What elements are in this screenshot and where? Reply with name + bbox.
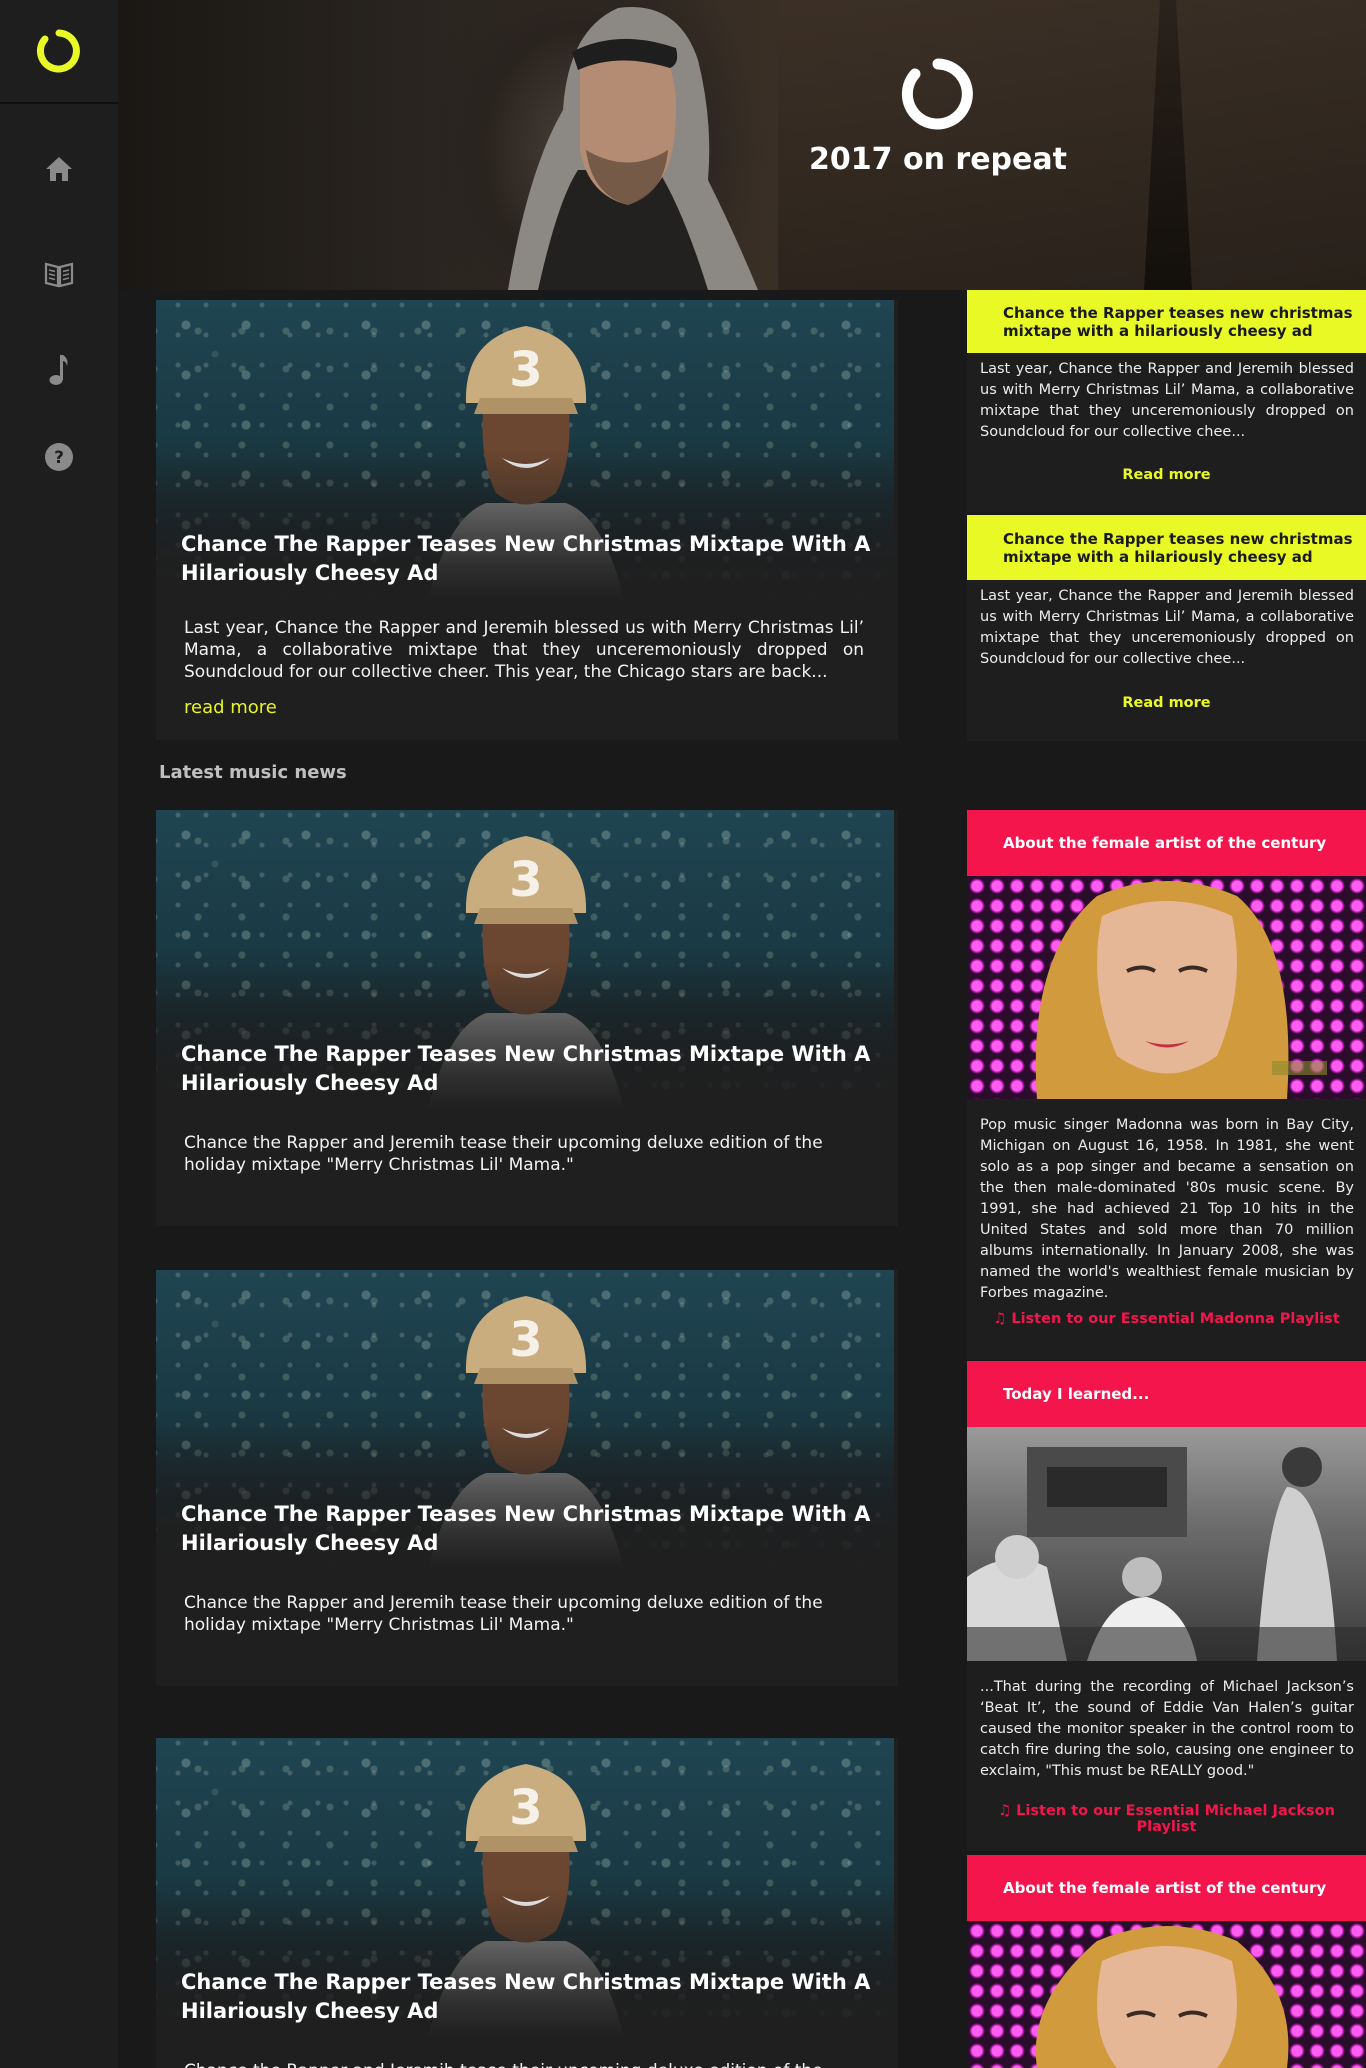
artist-spotlight-title: About the female artist of the century	[967, 1855, 1366, 1921]
music-note-icon: ♫	[993, 1311, 1007, 1327]
music-note-icon	[49, 355, 68, 385]
madonna-playlist-link[interactable]: ♫ Listen to our Essential Madonna Playli…	[967, 1311, 1366, 1327]
side-news-card[interactable]: Chance the Rapper teases new christmas m…	[967, 515, 1366, 741]
music-note-icon: ♫	[998, 1803, 1012, 1819]
news-card[interactable]: 3 Chance The Rapper Teases New Christmas…	[156, 1270, 898, 1686]
read-more-link[interactable]: Read more	[967, 467, 1366, 483]
read-more-link[interactable]: Read more	[967, 695, 1366, 711]
news-card[interactable]: 3 Chance The Rapper Teases New Christmas…	[156, 810, 898, 1226]
madonna-portrait	[1035, 1926, 1289, 2068]
side-news-card[interactable]: Chance the Rapper teases new christmas m…	[967, 290, 1366, 512]
artist-bio: Pop music singer Madonna was born in Bay…	[980, 1117, 1354, 1301]
article-title[interactable]: Chance The Rapper Teases New Christmas M…	[181, 1500, 871, 1558]
section-heading-latest-music-news: Latest music news	[159, 762, 347, 783]
michael-jackson-playlist-link[interactable]: ♫ Listen to our Essential Michael Jackso…	[967, 1803, 1366, 1835]
article-excerpt: Chance the Rapper and Jeremih tease thei…	[184, 2060, 824, 2068]
hero-artist-photo	[508, 7, 758, 290]
open-book-icon	[44, 262, 74, 288]
article-title[interactable]: Chance The Rapper Teases New Christmas M…	[181, 1040, 871, 1098]
ring-logo-icon	[901, 58, 973, 130]
today-i-learned-title: Today I learned...	[967, 1361, 1366, 1427]
studio-photo	[967, 1427, 1366, 1661]
madonna-portrait	[1035, 881, 1327, 1099]
news-card[interactable]: 3 Chance The Rapper Teases New Christmas…	[156, 1738, 898, 2068]
article-title[interactable]: Chance The Rapper Teases New Christmas M…	[181, 530, 871, 588]
side-news-excerpt: Last year, Chance the Rapper and Jeremih…	[980, 361, 1354, 440]
help-icon: ?	[45, 443, 73, 471]
artist-spotlight-card: About the female artist of the century P…	[967, 810, 1366, 1360]
article-excerpt: Chance the Rapper and Jeremih tease thei…	[184, 1133, 823, 1175]
sidebar-item-home[interactable]	[0, 145, 118, 193]
side-news-title[interactable]: Chance the Rapper teases new christmas m…	[967, 515, 1366, 580]
article-excerpt: Last year, Chance the Rapper and Jeremih…	[184, 618, 864, 682]
sidebar: ?	[0, 0, 118, 2068]
home-icon	[46, 157, 72, 181]
til-fact: ...That during the recording of Michael …	[980, 1679, 1354, 1779]
sidebar-item-articles[interactable]	[0, 250, 118, 298]
side-news-title[interactable]: Chance the Rapper teases new christmas m…	[967, 290, 1366, 353]
sidebar-item-help[interactable]: ?	[0, 433, 118, 481]
hero-title: 2017 on repeat	[809, 142, 1067, 177]
madonna-photo	[967, 876, 1366, 1099]
sidebar-item-music[interactable]	[0, 346, 118, 394]
ring-logo-icon	[36, 29, 80, 73]
side-news-excerpt: Last year, Chance the Rapper and Jeremih…	[980, 588, 1354, 667]
article-title[interactable]: Chance The Rapper Teases New Christmas M…	[181, 1968, 871, 2026]
article-excerpt: Chance the Rapper and Jeremih tease thei…	[184, 1593, 823, 1635]
madonna-photo	[967, 1921, 1366, 2068]
hero-brand: 2017 on repeat	[809, 56, 1067, 177]
svg-text:?: ?	[54, 448, 64, 468]
studio-recording-photo	[967, 1447, 1366, 1661]
today-i-learned-card: Today I learned... ...That during the re…	[967, 1361, 1366, 1851]
artist-spotlight-card: About the female artist of the century	[967, 1855, 1366, 2068]
read-more-link[interactable]: read more	[184, 697, 277, 718]
featured-article-card[interactable]: 3 Chance The Rapper Teases New Christmas…	[156, 300, 898, 740]
hero-banner: 2017 on repeat	[118, 0, 1366, 290]
artist-spotlight-title: About the female artist of the century	[967, 810, 1366, 876]
app-logo[interactable]	[0, 0, 118, 104]
